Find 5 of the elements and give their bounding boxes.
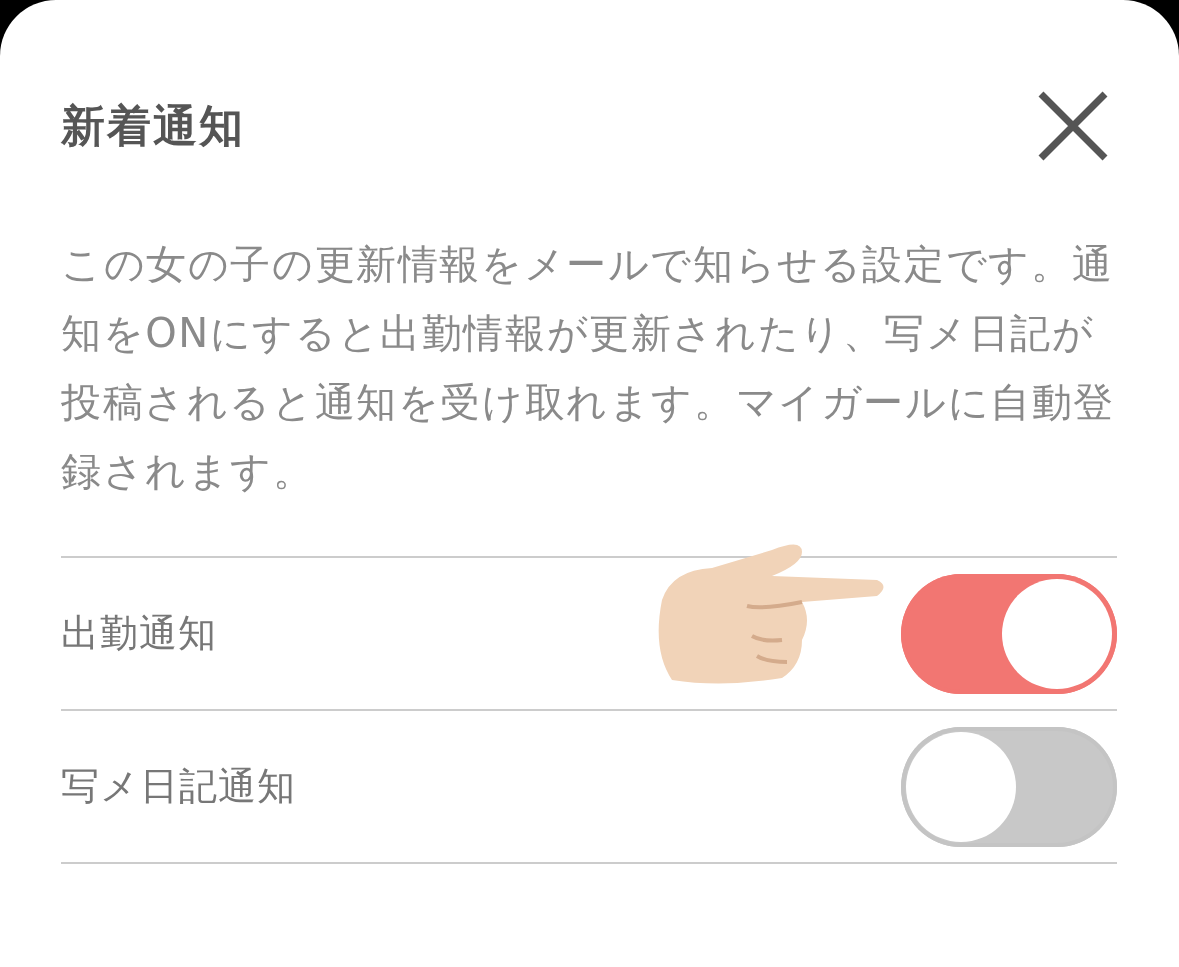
dialog-title: 新着通知 bbox=[61, 98, 245, 153]
close-button[interactable] bbox=[1037, 90, 1109, 162]
description-text: この女の子の更新情報をメールで知らせる設定です。通知をONにすると出勤情報が更新されたり、写メ日記が投稿されると通知を受け取れます。マイガールに自動登録されます。 bbox=[61, 240, 1116, 496]
setting-label: 写メ日記通知 bbox=[61, 763, 296, 810]
setting-label: 出勤通知 bbox=[61, 610, 217, 657]
